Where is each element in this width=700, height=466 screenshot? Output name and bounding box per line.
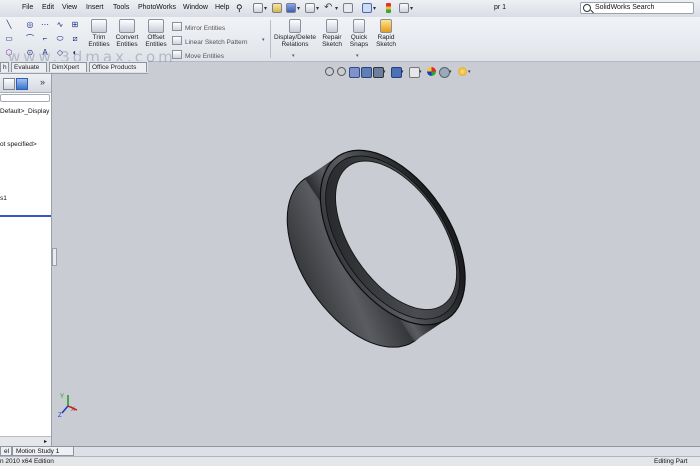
heads-up-view-toolbar: ▾ ▾ ▾ ▾ ▾ [325, 65, 495, 79]
edit-appearance-icon[interactable] [427, 67, 436, 76]
display-manager-icon[interactable] [16, 78, 28, 90]
move-entities-button[interactable]: Move Entities [172, 50, 224, 60]
configuration-manager-icon[interactable] [3, 78, 15, 90]
tree-item-display-state[interactable]: Default>_Display [0, 108, 49, 115]
options-icon[interactable] [399, 3, 409, 13]
pin-icon[interactable]: ⚲ [236, 3, 243, 14]
convert-icon [119, 19, 135, 33]
open-folder-icon[interactable] [272, 3, 282, 13]
offset-entities-button[interactable]: Offset Entities [142, 19, 170, 48]
tree-item-material[interactable]: ot specified> [0, 141, 37, 148]
tab-office-products[interactable]: Office Products [89, 62, 147, 72]
circle-tool-icon[interactable]: ◎ [25, 20, 35, 29]
tab-evaluate[interactable]: Evaluate [11, 62, 47, 72]
triad-label-z: Z [58, 413, 62, 419]
arc-tool-icon[interactable]: ⌒ [25, 34, 35, 43]
mirror-icon [172, 22, 182, 31]
chevron-down-icon[interactable]: ▾ [264, 5, 267, 12]
spline-tool-icon[interactable]: ∿ [55, 20, 65, 29]
tree-item-sketch[interactable]: s1 [0, 195, 7, 202]
view-settings-icon[interactable] [458, 67, 467, 76]
menu-edit[interactable]: Edit [42, 4, 54, 11]
menu-photoworks[interactable]: PhotoWorks [138, 4, 176, 11]
snaps-icon [353, 19, 365, 33]
save-icon[interactable] [286, 3, 296, 13]
offset-icon [148, 19, 164, 33]
centerline-tool-icon[interactable]: ⋯ [40, 20, 50, 29]
search-input[interactable]: SolidWorks Search [595, 4, 654, 11]
quick-snaps-button[interactable]: Quick Snaps [346, 19, 372, 48]
print-icon[interactable] [305, 3, 315, 13]
expand-panel-icon[interactable]: » [40, 77, 45, 87]
feature-manager-panel: » Default>_Display ot specified> s1 Y X … [0, 74, 78, 447]
chamfer-tool-icon[interactable]: ⧄ [70, 34, 80, 43]
chevron-down-icon[interactable]: ▾ [449, 69, 452, 75]
ellipse-tool-icon[interactable]: ⬭ [55, 34, 65, 43]
linear-sketch-pattern-button[interactable]: Linear Sketch Pattern [172, 36, 248, 46]
mirror-entities-button[interactable]: Mirror Entities [172, 22, 225, 32]
panel-splitter-handle[interactable] [52, 248, 57, 266]
panel-toolbar: » [0, 74, 51, 93]
chevron-down-icon[interactable]: ▾ [356, 53, 359, 59]
menu-tools[interactable]: Tools [113, 4, 129, 11]
line-tool-icon[interactable]: ╲ [4, 20, 14, 29]
relations-icon [289, 19, 301, 33]
repair-sketch-button[interactable]: Repair Sketch [318, 19, 346, 48]
smart-dimension-icon[interactable]: ⊞ [70, 20, 80, 29]
trim-icon [91, 19, 107, 33]
search-icon [583, 4, 591, 12]
menu-window[interactable]: Window [183, 4, 208, 11]
select-icon[interactable] [362, 3, 372, 13]
search-box[interactable]: SolidWorks Search [580, 2, 694, 14]
separator [270, 20, 271, 58]
chevron-down-icon[interactable]: ▾ [373, 5, 376, 12]
previous-view-icon[interactable] [349, 67, 360, 78]
undo-icon[interactable]: ↶ [324, 2, 332, 13]
trim-entities-button[interactable]: Trim Entities [86, 19, 112, 48]
chevron-down-icon[interactable]: ▾ [262, 37, 265, 43]
menu-bar: File Edit View Insert Tools PhotoWorks W… [0, 0, 700, 18]
command-manager-tabs: h Evaluate DimXpert Office Products [0, 61, 148, 74]
rapid-sketch-icon [380, 19, 392, 33]
chevron-down-icon[interactable]: ▾ [335, 5, 338, 12]
chevron-down-icon[interactable]: ▾ [297, 5, 300, 12]
rectangle-tool-icon[interactable]: ▭ [4, 34, 14, 43]
document-title: pr 1 [494, 4, 507, 11]
tab-dimxpert[interactable]: DimXpert [49, 62, 87, 72]
traffic-light-icon[interactable] [386, 3, 391, 13]
menu-help[interactable]: Help [215, 4, 229, 11]
chevron-down-icon[interactable]: ▾ [419, 69, 422, 75]
display-delete-relations-button[interactable]: Display/Delete Relations [272, 19, 318, 48]
linear-pattern-icon [172, 36, 182, 45]
chevron-down-icon[interactable]: ▾ [316, 5, 319, 12]
chevron-down-icon[interactable]: ▾ [401, 69, 404, 75]
chevron-down-icon[interactable]: ▾ [292, 53, 295, 59]
rollback-bar[interactable] [0, 215, 51, 217]
tab-motion-study-1[interactable]: Motion Study 1 [12, 447, 74, 456]
zoom-to-area-icon[interactable] [337, 67, 346, 76]
ring-3d-model[interactable] [260, 118, 480, 354]
scroll-right-icon[interactable]: ▸ [44, 438, 47, 445]
section-view-icon[interactable] [361, 67, 372, 78]
menu-view[interactable]: View [62, 4, 77, 11]
chevron-down-icon[interactable]: ▾ [410, 5, 413, 12]
filter-input[interactable] [0, 94, 50, 102]
tab-sketch[interactable]: h [0, 62, 9, 72]
new-document-icon[interactable] [253, 3, 263, 13]
tab-model[interactable]: el [0, 447, 12, 456]
menu-file[interactable]: File [22, 4, 33, 11]
convert-entities-button[interactable]: Convert Entities [112, 19, 142, 48]
fillet-tool-icon[interactable]: ⌐ [40, 34, 50, 43]
triad-label-x: X [71, 407, 76, 413]
menu-insert[interactable]: Insert [86, 4, 104, 11]
redo-icon[interactable] [343, 3, 353, 13]
chevron-down-icon[interactable]: ▾ [468, 69, 471, 75]
zoom-to-fit-icon[interactable] [325, 67, 334, 76]
rapid-sketch-button[interactable]: Rapid Sketch [372, 19, 400, 48]
triad-label-y: Y [60, 394, 65, 400]
chevron-down-icon[interactable]: ▾ [383, 69, 386, 75]
repair-icon [326, 19, 338, 33]
